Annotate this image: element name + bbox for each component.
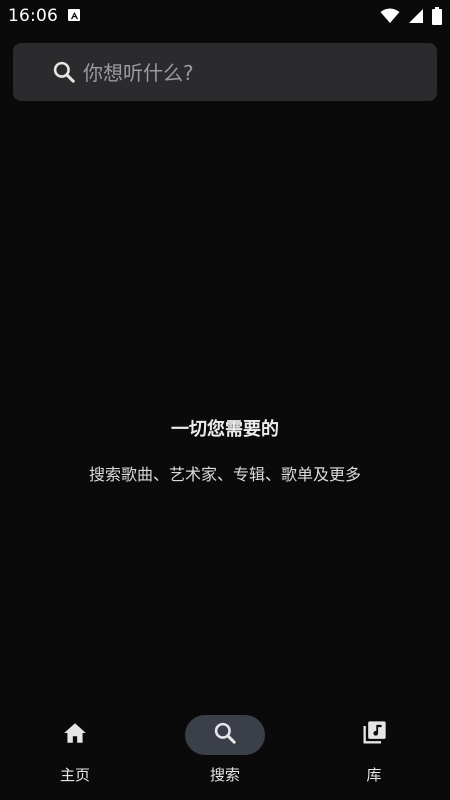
nav-label-search: 搜索 — [209, 766, 240, 784]
status-time: 16:06 — [8, 6, 58, 26]
battery-icon — [432, 7, 442, 29]
nav-label-home: 主页 — [59, 766, 90, 784]
search-icon — [51, 59, 77, 85]
signal-icon — [408, 8, 424, 28]
nav-item-search[interactable]: 搜索 — [165, 700, 285, 800]
status-icons — [380, 7, 442, 29]
library-icon — [360, 719, 388, 751]
nav-label-library: 库 — [366, 766, 382, 784]
search-icon — [212, 720, 238, 750]
bottom-nav: 主页 搜索 库 — [0, 700, 450, 800]
text-a-icon — [68, 9, 80, 21]
wifi-icon — [380, 8, 400, 28]
nav-item-library[interactable]: 库 — [314, 700, 434, 800]
nav-item-home[interactable]: 主页 — [15, 700, 135, 800]
home-icon — [62, 720, 88, 750]
nav-pill-search — [185, 715, 265, 755]
empty-state-subtitle: 搜索歌曲、艺术家、专辑、歌单及更多 — [88, 465, 361, 484]
nav-pill-home — [35, 715, 115, 755]
status-bar: 16:06 — [0, 0, 450, 32]
search-placeholder: 你想听什么? — [83, 61, 194, 85]
search-input[interactable]: 你想听什么? — [13, 43, 437, 101]
nav-pill-library — [334, 715, 414, 755]
empty-state-title: 一切您需要的 — [171, 419, 279, 440]
